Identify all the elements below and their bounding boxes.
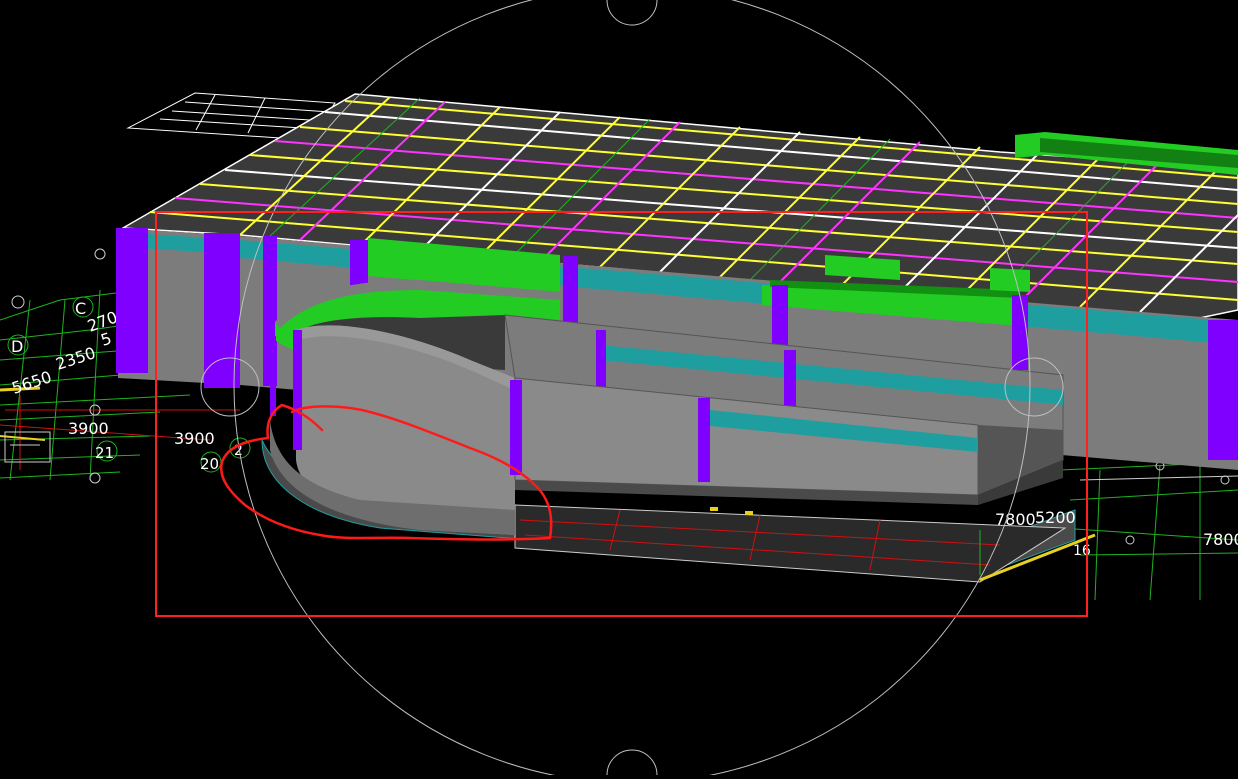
dimension-5650: 5650 <box>9 367 54 398</box>
dimension-2350: 2350 <box>53 343 98 374</box>
viewport-canvas[interactable]: C D 270 2350 5 5650 3900 3900 21 20 2 78… <box>0 0 1238 779</box>
axis-label-20: 20 <box>200 455 219 473</box>
dimension-7800-b: 7800 <box>1203 530 1238 549</box>
dimension-5200: 5200 <box>1035 508 1076 527</box>
dimension-3900-a: 3900 <box>68 419 109 438</box>
dimension-7800-a: 7800 <box>995 510 1036 529</box>
orbit-handle-bottom-icon <box>606 749 658 776</box>
axis-label-c: C <box>75 299 86 318</box>
dimension-3900-b: 3900 <box>174 429 215 448</box>
dimension-5: 5 <box>98 329 114 350</box>
axis-label-21: 21 <box>95 444 114 462</box>
orbit-handle-top-icon <box>606 0 658 26</box>
axis-label-d: D <box>11 337 23 356</box>
3d-model-viewport[interactable]: C D 270 2350 5 5650 3900 3900 21 20 2 78… <box>0 0 1238 779</box>
axis-label-16: 16 <box>1073 543 1091 559</box>
